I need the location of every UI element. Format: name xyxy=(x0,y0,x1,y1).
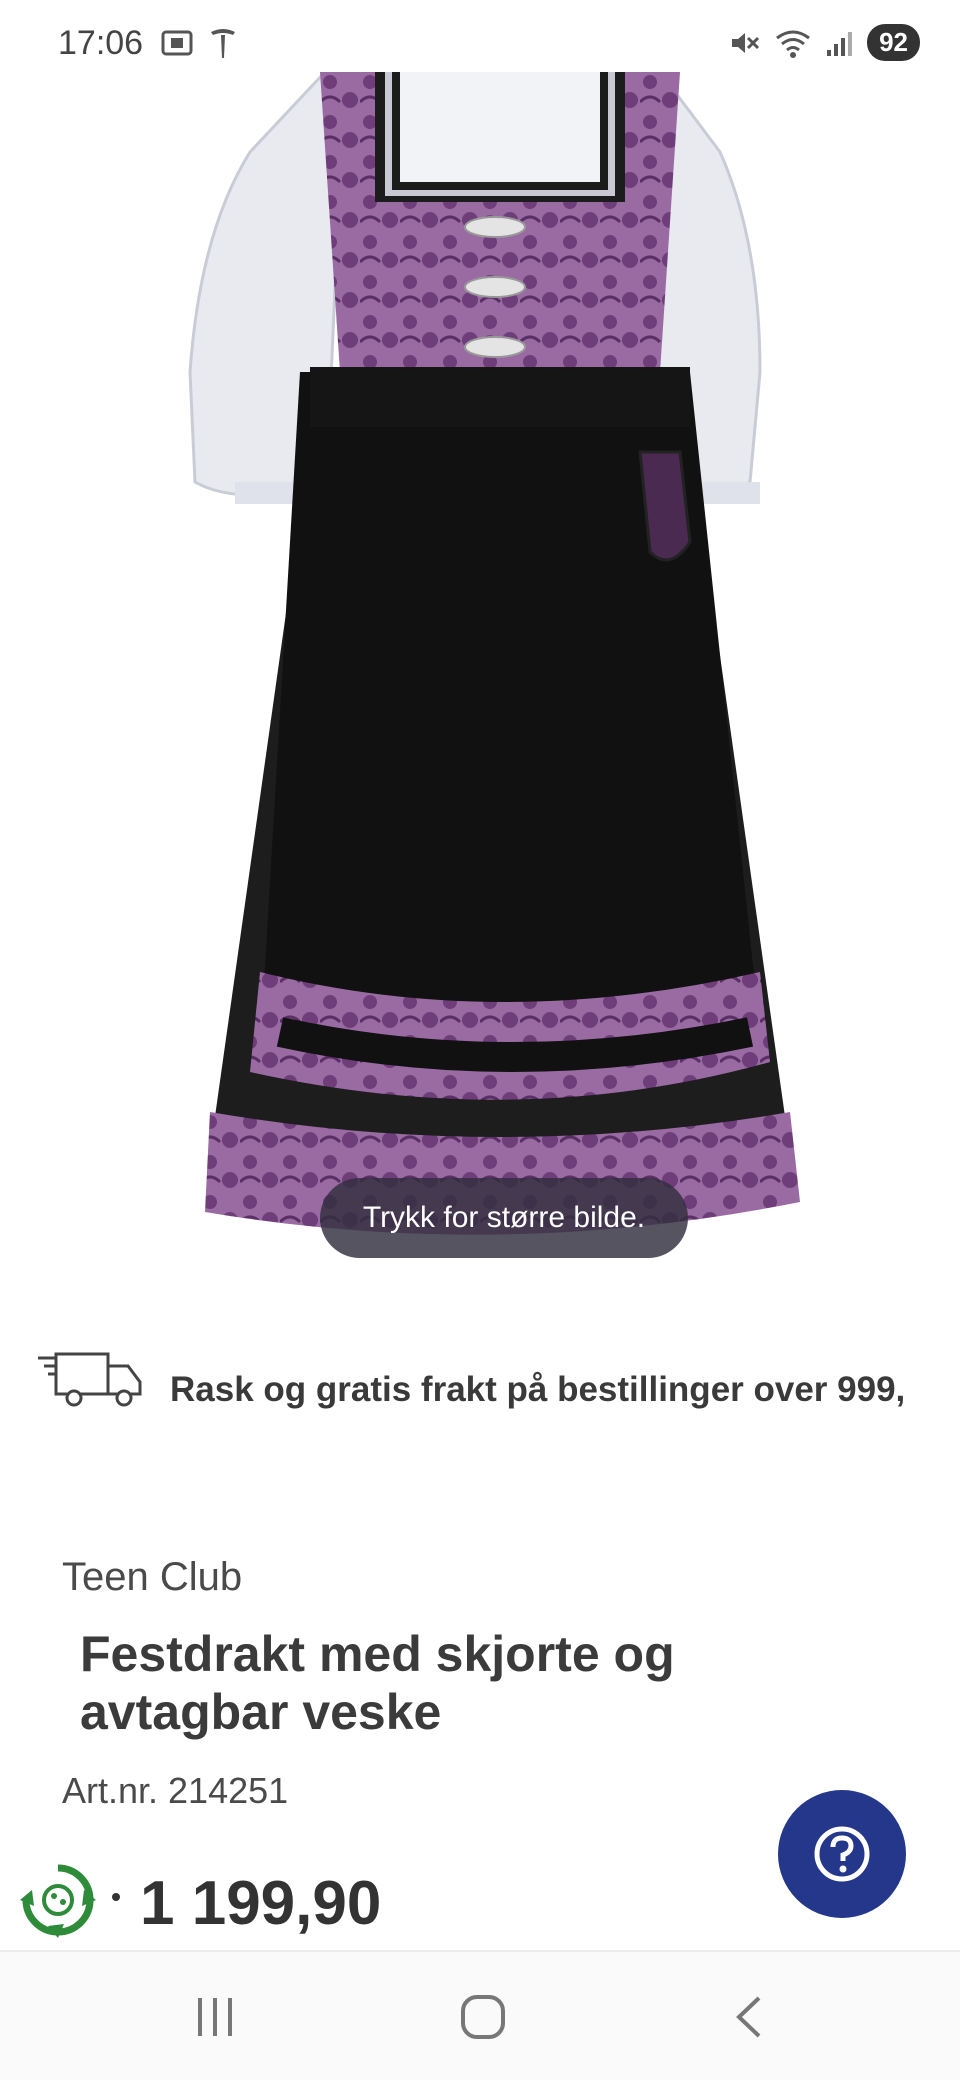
mute-icon xyxy=(732,32,760,53)
status-bar: 17:06 92 xyxy=(0,0,960,72)
home-icon xyxy=(461,1995,505,2039)
price-separator xyxy=(112,1893,120,1901)
system-nav-bar xyxy=(0,1950,960,2080)
shipping-text: Rask og gratis frakt på bestillinger ove… xyxy=(170,1370,906,1409)
product-title: Festdrakt med skjorte og avtagbar veske xyxy=(80,1626,675,1740)
artnr-label: Art.nr. xyxy=(62,1770,159,1811)
shipping-banner: Rask og gratis frakt på bestillinger ove… xyxy=(0,1340,960,1420)
recent-apps-icon xyxy=(198,1998,232,2036)
product-image[interactable] xyxy=(0,72,960,1302)
status-time: 17:06 xyxy=(58,24,144,62)
back-icon xyxy=(736,1996,761,2038)
signal-icon xyxy=(827,31,853,56)
screenshot-icon xyxy=(161,30,193,56)
question-icon xyxy=(814,1826,870,1882)
recent-apps-button[interactable] xyxy=(175,1982,255,2052)
delivery-truck-icon xyxy=(38,1352,142,1407)
eco-recycle-icon xyxy=(20,1864,96,1938)
artnr-value: 214251 xyxy=(168,1770,289,1811)
tesla-icon xyxy=(211,29,235,58)
dress-illustration xyxy=(188,72,800,1235)
brand-name[interactable]: Teen Club xyxy=(62,1555,242,1600)
battery-badge: 92 xyxy=(867,24,920,61)
back-button[interactable] xyxy=(710,1982,790,2052)
wifi-icon xyxy=(776,30,810,58)
article-number: Art.nr. 214251 xyxy=(62,1770,288,1812)
home-button[interactable] xyxy=(443,1982,523,2052)
help-button[interactable] xyxy=(778,1790,906,1918)
product-price: 1 199,90 xyxy=(140,1869,382,1938)
enlarge-image-hint[interactable]: Trykk for større bilde. xyxy=(320,1178,688,1258)
